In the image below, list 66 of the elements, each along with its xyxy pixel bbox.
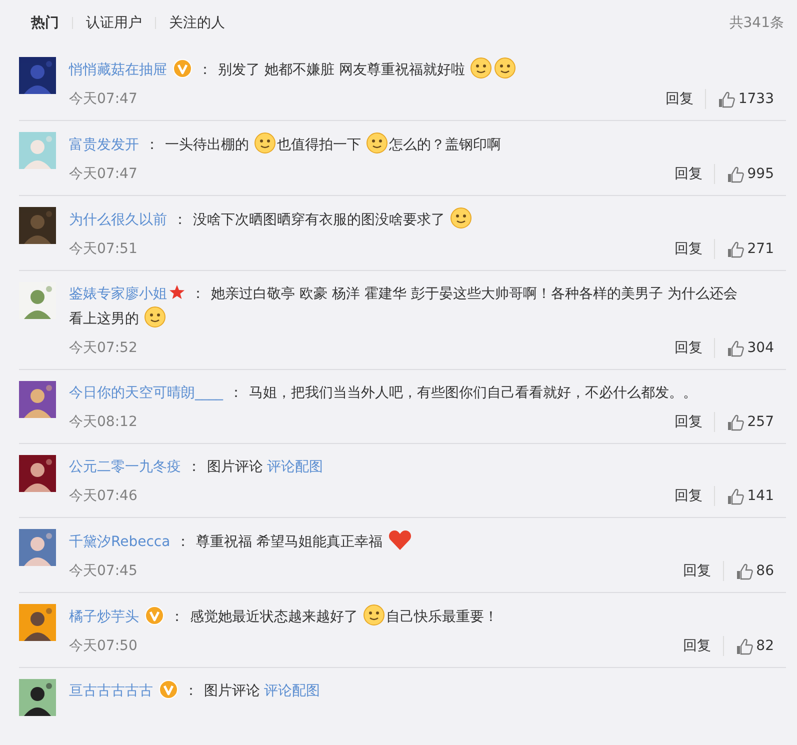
thumbs-up-icon: [727, 340, 744, 356]
colon: ：: [229, 385, 243, 401]
emoji-icon: [254, 132, 276, 154]
colon: ：: [191, 286, 205, 302]
emoji-icon: [366, 132, 388, 154]
comment-time: 今天07:52: [69, 338, 138, 358]
like-button[interactable]: 271: [727, 238, 786, 260]
colon: ：: [170, 609, 184, 625]
colon: ：: [198, 62, 212, 78]
comment-text: 尊重祝福 希望马姐能真正幸福: [196, 534, 383, 550]
emoji-icon: [494, 57, 516, 79]
comment-time: 今天07:45: [69, 562, 138, 580]
thumbs-up-icon: [736, 638, 754, 654]
reply-button[interactable]: 回复: [674, 238, 702, 260]
like-button[interactable]: 86: [736, 560, 786, 582]
thumbs-up-icon: [727, 488, 744, 504]
comment-text: 图片评论: [204, 683, 260, 699]
reply-button[interactable]: 回复: [683, 636, 712, 656]
comment-count: 共341条: [729, 14, 785, 32]
like-button[interactable]: 995: [727, 164, 786, 184]
heart-icon: [388, 529, 412, 551]
thumbs-up-icon: [736, 562, 754, 580]
filter-tab[interactable]: 关注的人: [169, 12, 225, 34]
reply-button[interactable]: 回复: [683, 560, 712, 582]
filter-tab[interactable]: 认证用户: [86, 12, 142, 34]
comment-text: 自己快乐最重要！: [386, 609, 498, 625]
comment-text: 也值得拍一下: [277, 137, 361, 153]
comment-text: 感觉她最近状态越来越好了: [190, 609, 358, 625]
emoji-icon: [144, 306, 166, 328]
colon: ：: [176, 534, 190, 550]
comment-time: 今天08:12: [69, 412, 138, 432]
emoji-icon: [450, 207, 472, 229]
comment-time: 今天07:46: [69, 486, 138, 506]
thumbs-up-icon: [727, 166, 744, 182]
comment-text: 怎么的？盖钢印啊: [389, 137, 501, 153]
comment-text: 马姐，把我们当当外人吧，有些图你们自己看看就好，不必什么都发。。: [249, 385, 697, 401]
colon: ：: [145, 137, 159, 153]
filter-tab[interactable]: 热门: [31, 12, 59, 34]
emoji-icon: [470, 57, 492, 79]
reply-button[interactable]: 回复: [665, 88, 694, 110]
like-button[interactable]: 304: [727, 338, 786, 358]
like-button[interactable]: 257: [727, 412, 786, 432]
like-button[interactable]: 82: [736, 636, 786, 656]
thumbs-up-icon: [718, 90, 736, 108]
comment-text: 别发了 她都不嫌脏 网友尊重祝福就好啦: [218, 62, 465, 78]
like-button[interactable]: 1733: [718, 88, 786, 110]
comment-text: 她亲过白敬亭 欧豪 杨洋 霍建华 彭于晏这些大帅哥啊！各种各样的美男子 为什么还会: [211, 286, 738, 302]
like-button[interactable]: 141: [727, 486, 786, 506]
comment-text: 看上这男的: [69, 311, 139, 327]
comment-time: 今天07:47: [69, 164, 138, 184]
colon: ：: [187, 459, 201, 475]
comment-text: 图片评论: [207, 459, 263, 475]
reply-button[interactable]: 回复: [674, 486, 702, 506]
colon: ：: [184, 683, 198, 699]
thumbs-up-icon: [727, 240, 744, 258]
comment-text: 一头待出棚的: [165, 137, 249, 153]
comment-text: 没啥下次晒图晒穿有衣服的图没啥要求了: [193, 212, 445, 228]
comment-time: 今天07:51: [69, 240, 138, 258]
thumbs-up-icon: [727, 414, 744, 430]
comment-time: 今天07:50: [69, 636, 138, 656]
reply-button[interactable]: 回复: [674, 338, 702, 358]
comment-time: 今天07:47: [69, 90, 138, 108]
reply-button[interactable]: 回复: [674, 164, 702, 184]
emoji-icon: [363, 604, 385, 626]
reply-button[interactable]: 回复: [674, 412, 702, 432]
colon: ：: [173, 212, 187, 228]
